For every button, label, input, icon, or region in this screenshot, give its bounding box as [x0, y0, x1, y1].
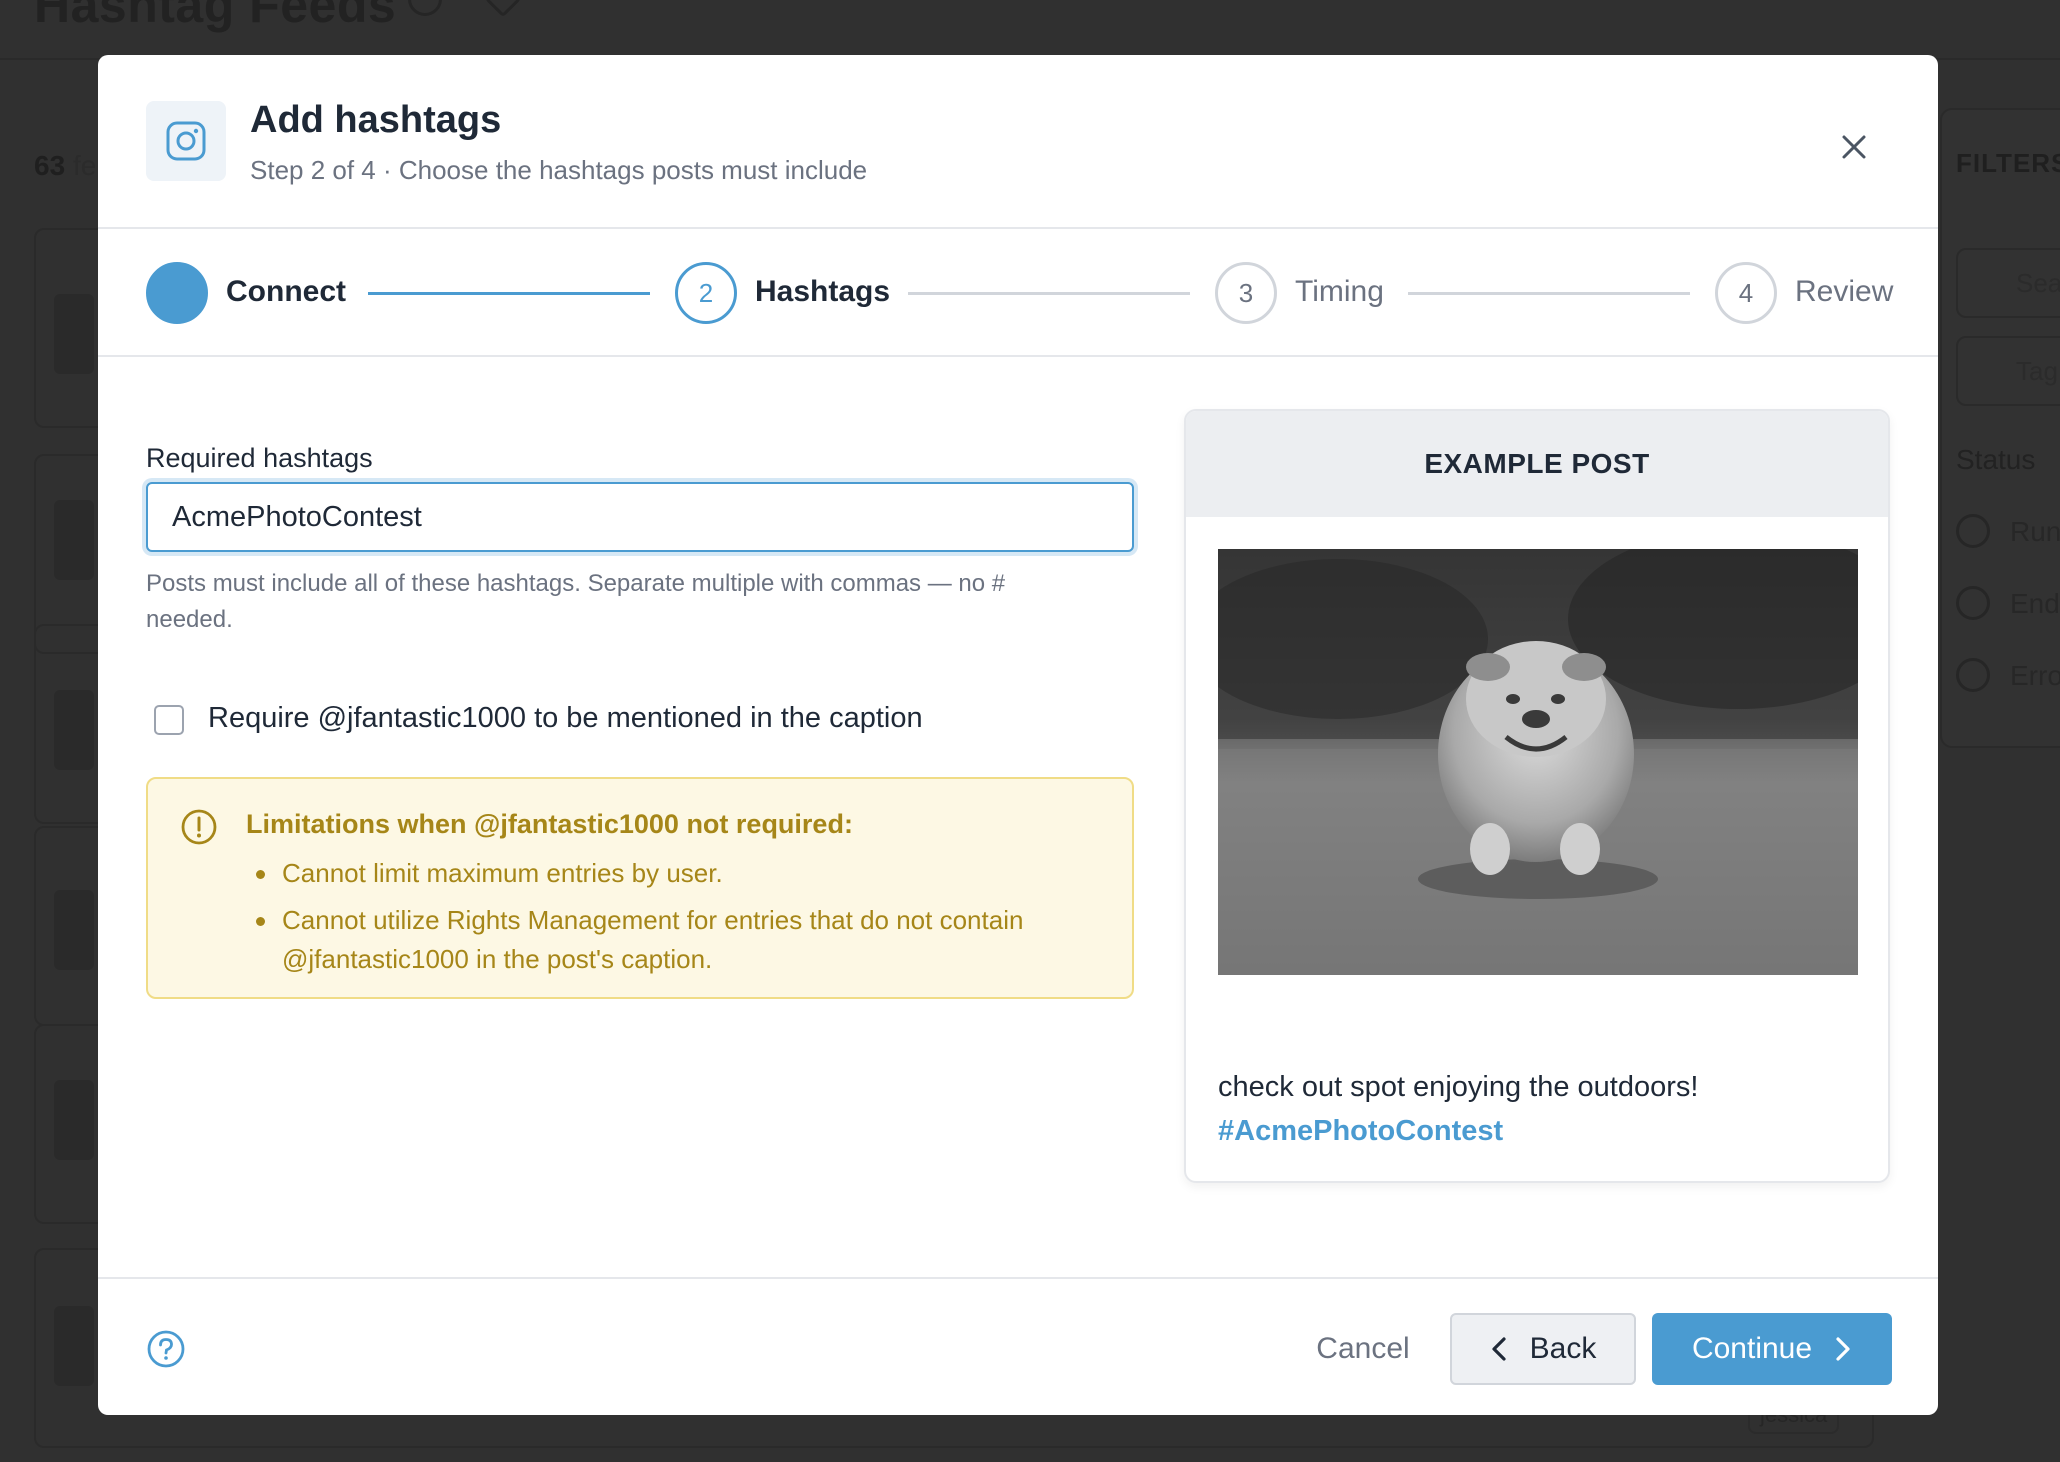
step-connector — [908, 292, 1190, 295]
required-hashtags-input[interactable] — [146, 482, 1134, 552]
step-2-circle: 2 — [675, 262, 737, 324]
back-button[interactable]: Back — [1450, 1313, 1636, 1385]
limitations-list: Cannot limit maximum entries by user. Ca… — [254, 854, 1094, 987]
step-connector — [1408, 292, 1690, 295]
limitations-warning: Limitations when @jfantastic1000 not req… — [146, 777, 1134, 999]
background-filter-panel — [1940, 108, 2060, 748]
back-label: Back — [1529, 1332, 1597, 1365]
instagram-icon — [146, 101, 226, 181]
background-feed-count: 63 fe — [34, 150, 96, 182]
drag-handle-icon — [54, 690, 94, 770]
limitation-item: Cannot utilize Rights Management for ent… — [254, 901, 1094, 979]
limitations-title: Limitations when @jfantastic1000 not req… — [246, 809, 853, 839]
help-icon[interactable] — [146, 1329, 186, 1369]
background-search-placeholder: Sea — [2016, 268, 2060, 298]
chevron-right-icon — [1836, 1337, 1850, 1361]
info-icon — [408, 0, 442, 16]
step-progress: Connect 2 Hashtags 3 Timing 4 Review — [98, 231, 1938, 357]
add-hashtags-modal: Add hashtags Step 2 of 4 · Choose the ha… — [98, 55, 1938, 1415]
drag-handle-icon — [54, 500, 94, 580]
status-option: End — [2010, 588, 2060, 619]
status-radio — [1956, 658, 1990, 692]
require-mention-label[interactable]: Require @jfantastic1000 to be mentioned … — [208, 702, 923, 735]
cancel-button[interactable]: Cancel — [1288, 1313, 1438, 1385]
example-hashtag: #AcmePhotoContest — [1218, 1115, 1504, 1147]
limitation-item: Cannot limit maximum entries by user. — [254, 854, 1094, 893]
continue-button[interactable]: Continue — [1652, 1313, 1892, 1385]
example-post-card: EXAMPLE POST check out spot enjoying the… — [1184, 409, 1890, 1183]
filters-label: FILTERS — [1956, 148, 2060, 178]
bulldog-photo-image — [1218, 549, 1858, 975]
step-4-circle: 4 — [1715, 262, 1777, 324]
step-3-label: Timing — [1295, 275, 1384, 308]
drag-handle-icon — [54, 294, 94, 374]
alert-circle-icon — [181, 809, 217, 845]
step-1-label: Connect — [226, 275, 346, 308]
step-3-circle: 3 — [1215, 262, 1277, 324]
status-label: Status — [1956, 444, 2036, 475]
example-caption-text: check out spot enjoying the outdoors! — [1218, 1071, 1699, 1103]
step-2-label: Hashtags — [755, 275, 891, 308]
required-hashtags-label: Required hashtags — [146, 443, 373, 473]
background-page-title: Hashtag Feeds — [34, 0, 397, 33]
status-radio — [1956, 514, 1990, 548]
example-post-header: EXAMPLE POST — [1186, 411, 1888, 517]
close-button[interactable] — [1830, 123, 1878, 171]
feed-count-number: 63 — [34, 150, 66, 181]
example-post-photo — [1218, 549, 1858, 975]
continue-label: Continue — [1691, 1332, 1813, 1365]
step-connector — [368, 292, 650, 295]
close-icon — [1842, 135, 1866, 159]
drag-handle-icon — [54, 1306, 94, 1386]
feed-count-word: fe — [72, 150, 97, 181]
status-option: Erro — [2010, 660, 2060, 691]
modal-title: Add hashtags — [250, 99, 502, 141]
example-post-caption: check out spot enjoying the outdoors! #A… — [1218, 1065, 1858, 1153]
background-tags-placeholder: Tag — [2016, 356, 2058, 386]
status-option: Run — [2010, 516, 2060, 547]
step-4-label: Review — [1795, 275, 1894, 308]
hashtags-helper-text: Posts must include all of these hashtags… — [146, 570, 1006, 633]
require-mention-checkbox[interactable] — [154, 705, 184, 735]
heart-icon — [484, 0, 522, 18]
modal-subtitle: Step 2 of 4 · Choose the hashtags posts … — [250, 155, 868, 185]
drag-handle-icon — [54, 1080, 94, 1160]
chevron-left-icon — [1492, 1337, 1506, 1361]
status-radio — [1956, 586, 1990, 620]
drag-handle-icon — [54, 890, 94, 970]
step-1-complete-icon — [146, 262, 208, 324]
modal-footer: Cancel Back Continue — [98, 1277, 1938, 1415]
modal-header: Add hashtags Step 2 of 4 · Choose the ha… — [98, 55, 1938, 229]
